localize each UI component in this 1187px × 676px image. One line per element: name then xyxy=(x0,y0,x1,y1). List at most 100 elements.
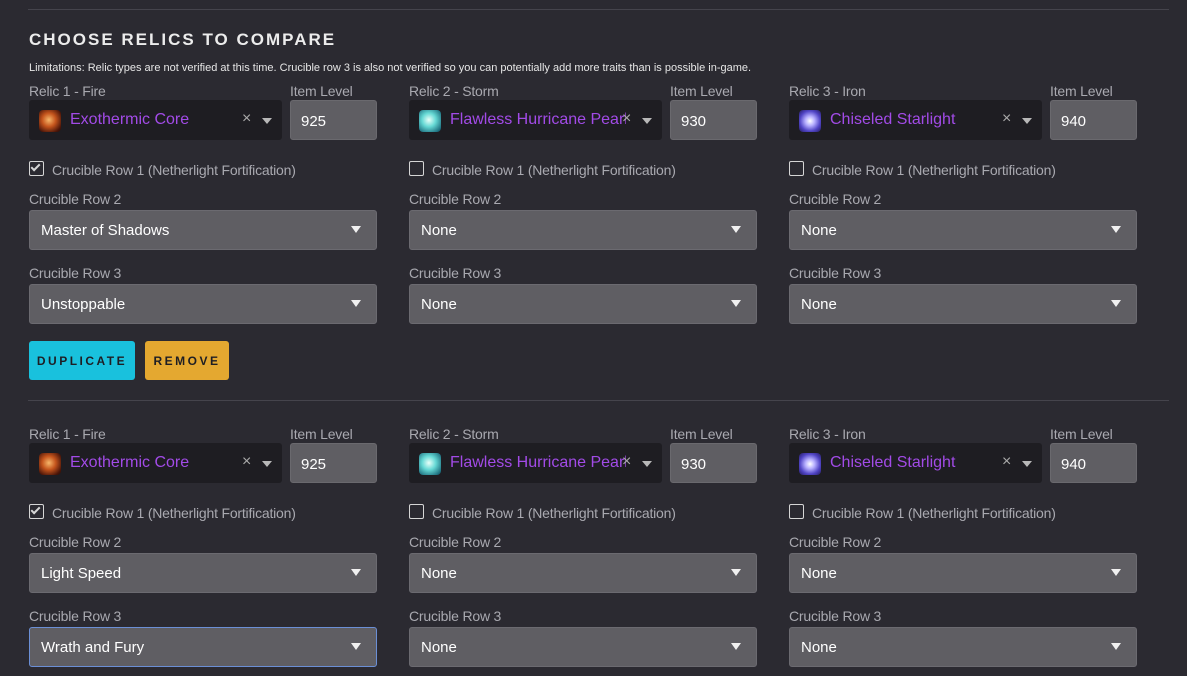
duplicate-button[interactable]: DUPLICATE xyxy=(29,341,135,380)
crucible-row3-select[interactable]: None xyxy=(409,627,757,667)
crucible-row2-label: Crucible Row 2 xyxy=(29,534,122,550)
caret-down-icon[interactable] xyxy=(1022,461,1032,467)
relic-select[interactable]: Flawless Hurricane Pearl × xyxy=(409,443,662,483)
relic-name: Chiseled Starlight xyxy=(830,111,956,128)
relic-3-column: Relic 3 - Iron Item Level Chiseled Starl… xyxy=(789,424,1138,667)
crucible-row3-label: Crucible Row 3 xyxy=(789,608,882,624)
crucible-row1-checkbox[interactable] xyxy=(789,161,804,176)
relic-1-column: Relic 1 - Fire Item Level Exothermic Cor… xyxy=(29,424,378,667)
crucible-row2-select[interactable]: None xyxy=(409,210,757,250)
crucible-row1-checkbox[interactable] xyxy=(29,504,44,519)
caret-down-icon[interactable] xyxy=(262,118,272,124)
crucible-row2-select[interactable]: Light Speed xyxy=(29,553,377,593)
relic-select[interactable]: Chiseled Starlight × xyxy=(789,443,1042,483)
item-level-input[interactable]: 925 xyxy=(290,443,377,483)
selected-value: Master of Shadows xyxy=(41,222,170,239)
crucible-row1-label: Crucible Row 1 (Netherlight Fortificatio… xyxy=(812,505,1056,521)
relic-slot-label: Relic 3 - Iron xyxy=(789,83,866,99)
relic-name: Exothermic Core xyxy=(70,454,190,471)
crucible-row2-label: Crucible Row 2 xyxy=(789,191,882,207)
item-level-input[interactable]: 940 xyxy=(1050,443,1137,483)
caret-down-icon xyxy=(731,643,741,650)
crucible-row3-label: Crucible Row 3 xyxy=(409,608,502,624)
item-level-label: Item Level xyxy=(670,426,733,442)
relic-select[interactable]: Exothermic Core × xyxy=(29,443,282,483)
crucible-row3-label: Crucible Row 3 xyxy=(789,265,882,281)
crucible-row2-label: Crucible Row 2 xyxy=(29,191,122,207)
remove-button[interactable]: REMOVE xyxy=(145,341,229,380)
item-level-input[interactable]: 930 xyxy=(670,443,757,483)
item-level-input[interactable]: 925 xyxy=(290,100,377,140)
crucible-row2-select[interactable]: None xyxy=(789,210,1137,250)
relic-name: Flawless Hurricane Pearl xyxy=(450,111,626,128)
relic-set-2: Relic 1 - Fire Item Level Exothermic Cor… xyxy=(0,424,1187,667)
relic-2-column: Relic 2 - Storm Item Level Flawless Hurr… xyxy=(409,81,758,324)
selected-value: None xyxy=(421,222,457,239)
crucible-row1-label: Crucible Row 1 (Netherlight Fortificatio… xyxy=(52,162,296,178)
clear-icon[interactable]: × xyxy=(622,453,631,471)
set-divider xyxy=(28,400,1169,401)
crucible-row2-select[interactable]: None xyxy=(789,553,1137,593)
crucible-row2-select[interactable]: None xyxy=(409,553,757,593)
clear-icon[interactable]: × xyxy=(1002,453,1011,471)
storm-relic-icon xyxy=(419,110,441,132)
caret-down-icon xyxy=(351,300,361,307)
fire-relic-icon xyxy=(39,453,61,475)
relic-slot-label: Relic 2 - Storm xyxy=(409,426,499,442)
crucible-row1-checkbox[interactable] xyxy=(789,504,804,519)
item-level-label: Item Level xyxy=(1050,83,1113,99)
caret-down-icon[interactable] xyxy=(642,461,652,467)
selected-value: Wrath and Fury xyxy=(41,639,145,656)
checkmark-icon xyxy=(30,161,41,172)
crucible-row3-select[interactable]: Wrath and Fury xyxy=(29,627,377,667)
caret-down-icon xyxy=(731,300,741,307)
caret-down-icon xyxy=(731,226,741,233)
caret-down-icon[interactable] xyxy=(642,118,652,124)
crucible-row1-checkbox[interactable] xyxy=(29,161,44,176)
selected-value: None xyxy=(801,639,837,656)
crucible-row3-select[interactable]: None xyxy=(409,284,757,324)
crucible-row1-checkbox[interactable] xyxy=(409,504,424,519)
crucible-row3-select[interactable]: None xyxy=(789,284,1137,324)
relic-select[interactable]: Exothermic Core × xyxy=(29,100,282,140)
caret-down-icon xyxy=(1111,300,1121,307)
crucible-row1-checkbox[interactable] xyxy=(409,161,424,176)
selected-value: None xyxy=(421,296,457,313)
crucible-row2-select[interactable]: Master of Shadows xyxy=(29,210,377,250)
clear-icon[interactable]: × xyxy=(1002,110,1011,128)
relic-slot-label: Relic 2 - Storm xyxy=(409,83,499,99)
iron-relic-icon xyxy=(799,453,821,475)
relic-set-1: Relic 1 - Fire Item Level Exothermic Cor… xyxy=(0,81,1187,324)
item-level-input[interactable]: 930 xyxy=(670,100,757,140)
relic-slot-label: Relic 1 - Fire xyxy=(29,426,106,442)
crucible-row2-label: Crucible Row 2 xyxy=(409,191,502,207)
relic-2-column: Relic 2 - Storm Item Level Flawless Hurr… xyxy=(409,424,758,667)
relic-slot-label: Relic 1 - Fire xyxy=(29,83,106,99)
clear-icon[interactable]: × xyxy=(242,110,251,128)
caret-down-icon xyxy=(351,643,361,650)
relic-name: Chiseled Starlight xyxy=(830,454,956,471)
relic-name: Exothermic Core xyxy=(70,111,190,128)
crucible-row3-select[interactable]: Unstoppable xyxy=(29,284,377,324)
item-level-input[interactable]: 940 xyxy=(1050,100,1137,140)
fire-relic-icon xyxy=(39,110,61,132)
caret-down-icon[interactable] xyxy=(262,461,272,467)
clear-icon[interactable]: × xyxy=(242,453,251,471)
clear-icon[interactable]: × xyxy=(622,110,631,128)
crucible-row3-select[interactable]: None xyxy=(789,627,1137,667)
relic-select[interactable]: Chiseled Starlight × xyxy=(789,100,1042,140)
crucible-row3-label: Crucible Row 3 xyxy=(29,608,122,624)
relic-slot-label: Relic 3 - Iron xyxy=(789,426,866,442)
crucible-row3-label: Crucible Row 3 xyxy=(409,265,502,281)
caret-down-icon[interactable] xyxy=(1022,118,1032,124)
caret-down-icon xyxy=(351,569,361,576)
selected-value: None xyxy=(421,639,457,656)
caret-down-icon xyxy=(351,226,361,233)
relic-name: Flawless Hurricane Pearl xyxy=(450,454,626,471)
top-divider xyxy=(28,9,1169,10)
caret-down-icon xyxy=(731,569,741,576)
crucible-row1-label: Crucible Row 1 (Netherlight Fortificatio… xyxy=(432,162,676,178)
relic-select[interactable]: Flawless Hurricane Pearl × xyxy=(409,100,662,140)
relic-3-column: Relic 3 - Iron Item Level Chiseled Starl… xyxy=(789,81,1138,324)
item-level-label: Item Level xyxy=(290,83,353,99)
